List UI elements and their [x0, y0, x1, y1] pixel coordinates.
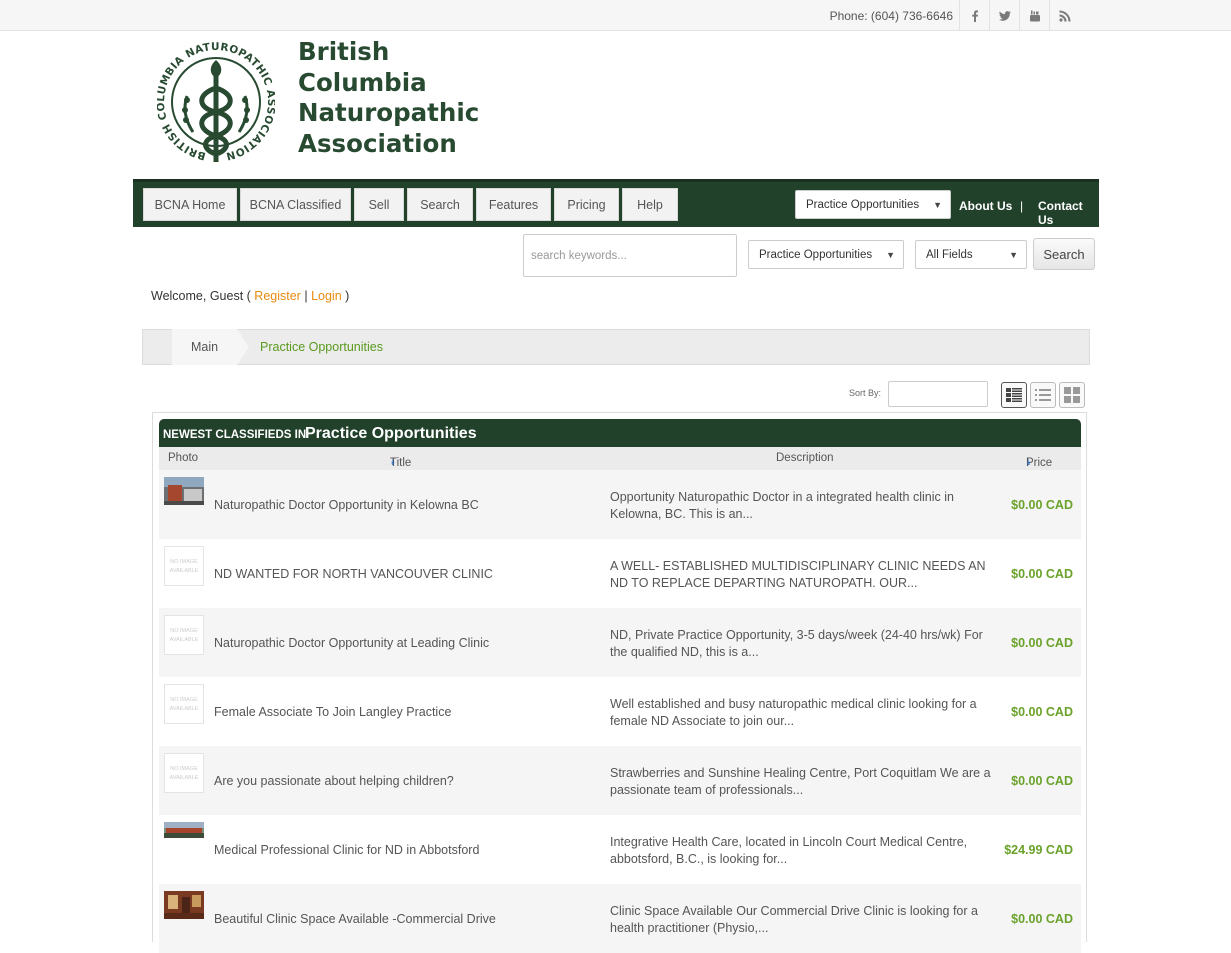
listing-price: $0.00 CAD — [1011, 912, 1073, 926]
logo-wordmark: British Columbia Naturopathic Associatio… — [298, 37, 480, 158]
listing-photo[interactable] — [164, 822, 204, 838]
listing-price: $0.00 CAD — [1011, 498, 1073, 512]
sort-icon: ⯯ — [1026, 457, 1032, 467]
site-logo[interactable]: BRITISH COLUMBIA NATUROPATHIC ASSOCIATIO… — [157, 36, 487, 168]
col-description: Description — [776, 452, 834, 464]
listing-title[interactable]: Female Associate To Join Langley Practic… — [214, 705, 451, 719]
table-view-icon — [1006, 388, 1022, 402]
list-view-button[interactable] — [1030, 382, 1056, 408]
nav-bcna-classified[interactable]: BCNA Classified — [240, 188, 351, 221]
grid-view-icon — [1064, 387, 1080, 403]
table-header: Photo Title ⯯ Description Price ⯯ — [159, 447, 1081, 470]
breadcrumb-main[interactable]: Main — [172, 329, 237, 365]
nav-separator: | — [1020, 199, 1024, 213]
keyword-search-input[interactable]: search keywords... — [523, 234, 737, 277]
main-nav: BCNA Home BCNA Classified Sell Search Fe… — [133, 179, 1099, 227]
sort-select[interactable] — [888, 381, 988, 407]
table-row[interactable]: NO IMAGE AVAILABLE ND WANTED FOR NORTH V… — [159, 539, 1081, 608]
table-row[interactable]: NO IMAGE AVAILABLE Naturopathic Doctor O… — [159, 608, 1081, 677]
phone-number: Phone: (604) 736-6646 — [829, 9, 953, 23]
sort-icon: ⯯ — [390, 457, 396, 467]
classifieds-list: NEWEST CLASSIFIEDS IN Practice Opportuni… — [152, 412, 1087, 953]
sort-label: Sort By: — [849, 388, 882, 398]
listing-title[interactable]: Naturopathic Doctor Opportunity at Leadi… — [214, 636, 489, 650]
table-row[interactable]: NO IMAGE AVAILABLE Female Associate To J… — [159, 677, 1081, 746]
listing-title[interactable]: Naturopathic Doctor Opportunity in Kelow… — [214, 498, 479, 512]
search-category-value: Practice Opportunities — [759, 248, 873, 261]
search-fields-value: All Fields — [926, 248, 973, 261]
register-link[interactable]: Register — [254, 289, 301, 303]
listing-title[interactable]: Are you passionate about helping childre… — [214, 774, 454, 788]
no-image-placeholder: NO IMAGE AVAILABLE — [164, 615, 204, 655]
col-photo: Photo — [168, 452, 199, 464]
listing-photo[interactable] — [164, 891, 204, 919]
nav-search[interactable]: Search — [407, 188, 473, 221]
listing-price: $0.00 CAD — [1011, 567, 1073, 581]
no-image-placeholder: NO IMAGE AVAILABLE — [164, 546, 204, 586]
breadcrumb-arrow — [237, 329, 249, 365]
youtube-icon[interactable] — [1019, 0, 1049, 31]
login-link[interactable]: Login — [311, 289, 342, 303]
listing-description: Integrative Health Care, located in Linc… — [610, 835, 968, 866]
top-bar: Phone: (604) 736-6646 — [0, 0, 1231, 31]
caret-down-icon: ▼ — [886, 249, 895, 260]
listing-title[interactable]: Beautiful Clinic Space Available -Commer… — [214, 912, 496, 926]
search-fields-select[interactable]: All Fields ▼ — [915, 240, 1027, 269]
listing-description: A WELL- ESTABLISHED MULTIDISCIPLINARY CL… — [610, 559, 986, 590]
list-heading-category: Practice Opportunities — [305, 425, 477, 442]
listing-title[interactable]: ND WANTED FOR NORTH VANCOUVER CLINIC — [214, 567, 493, 581]
nav-bcna-home[interactable]: BCNA Home — [143, 188, 237, 221]
search-button[interactable]: Search — [1033, 238, 1095, 270]
listing-description: Strawberries and Sunshine Healing Centre… — [610, 766, 991, 797]
listing-price: $0.00 CAD — [1011, 705, 1073, 719]
nav-category-value: Practice Opportunities — [806, 198, 920, 211]
caret-down-icon: ▼ — [933, 199, 942, 210]
rss-icon[interactable] — [1049, 0, 1079, 31]
nav-pricing[interactable]: Pricing — [554, 188, 619, 221]
twitter-icon[interactable] — [989, 0, 1019, 31]
listing-price: $0.00 CAD — [1011, 636, 1073, 650]
listing-price: $24.99 CAD — [1004, 843, 1073, 857]
table-row[interactable]: Naturopathic Doctor Opportunity in Kelow… — [159, 470, 1081, 539]
table-row[interactable]: Beautiful Clinic Space Available -Commer… — [159, 884, 1081, 953]
nav-features[interactable]: Features — [476, 188, 551, 221]
no-image-placeholder: NO IMAGE AVAILABLE — [164, 684, 204, 724]
listing-description: ND, Private Practice Opportunity, 3-5 da… — [610, 628, 983, 659]
grid-view-button[interactable] — [1059, 382, 1085, 408]
list-heading-prefix: NEWEST CLASSIFIEDS IN — [163, 429, 307, 441]
nav-sell[interactable]: Sell — [354, 188, 404, 221]
listing-description: Clinic Space Available Our Commercial Dr… — [610, 904, 978, 935]
listing-description: Well established and busy naturopathic m… — [610, 697, 977, 728]
breadcrumb: Main Practice Opportunities — [142, 329, 1090, 365]
nav-help[interactable]: Help — [622, 188, 678, 221]
listing-photo[interactable] — [164, 477, 204, 505]
listing-title[interactable]: Medical Professional Clinic for ND in Ab… — [214, 843, 479, 857]
facebook-icon[interactable] — [959, 0, 989, 31]
no-image-placeholder: NO IMAGE AVAILABLE — [164, 753, 204, 793]
nav-about-us[interactable]: About Us — [959, 199, 1012, 213]
search-category-select[interactable]: Practice Opportunities ▼ — [748, 240, 904, 269]
list-heading: NEWEST CLASSIFIEDS IN Practice Opportuni… — [159, 419, 1081, 447]
list-view-icon — [1035, 389, 1051, 401]
caret-down-icon: ▼ — [1009, 249, 1018, 260]
association-seal-icon: BRITISH COLUMBIA NATUROPATHIC ASSOCIATIO… — [157, 41, 275, 162]
nav-category-select[interactable]: Practice Opportunities ▼ — [795, 190, 951, 219]
listing-price: $0.00 CAD — [1011, 774, 1073, 788]
table-view-button[interactable] — [1001, 382, 1027, 408]
nav-contact-us[interactable]: Contact Us — [1038, 199, 1099, 227]
welcome-message: Welcome, Guest ( Register | Login ) — [151, 289, 350, 303]
table-row[interactable]: NO IMAGE AVAILABLE Are you passionate ab… — [159, 746, 1081, 815]
listing-description: Opportunity Naturopathic Doctor in a int… — [610, 490, 954, 521]
table-row[interactable]: Medical Professional Clinic for ND in Ab… — [159, 815, 1081, 884]
breadcrumb-current: Practice Opportunities — [260, 340, 383, 354]
